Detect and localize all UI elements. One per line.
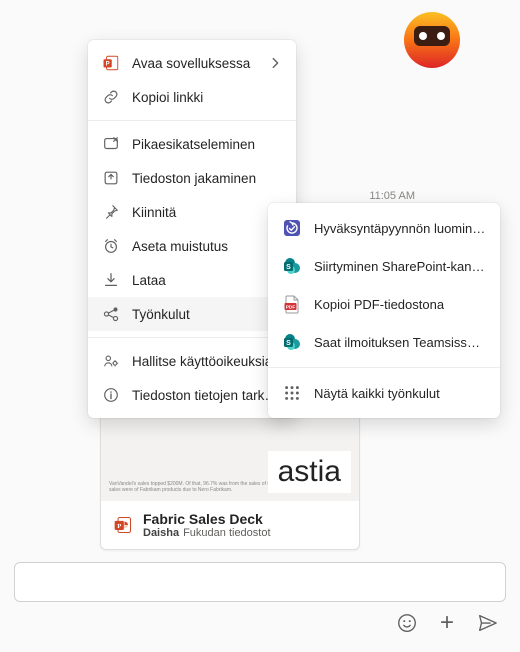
menu-workflows[interactable]: Työnkulut bbox=[88, 297, 296, 331]
submenu-label: Hyväksyntäpyynnön luominen bbox=[314, 221, 486, 236]
compose-region: + bbox=[14, 562, 506, 634]
chat-area: 11:05 AM VanVandel's sales topped $200M.… bbox=[0, 0, 520, 652]
workflows-submenu: Hyväksyntäpyynnön luominen S Siirtyminen… bbox=[268, 203, 500, 418]
attachment-preview-cropped-word: astia bbox=[268, 451, 351, 493]
attachment-meta: Fabric Sales Deck Daisha Fukudan tiedosto… bbox=[143, 511, 271, 539]
approval-icon bbox=[282, 218, 302, 238]
submenu-show-all-workflows[interactable]: Näytä kaikki työnkulut bbox=[268, 374, 500, 412]
powerpoint-icon: P bbox=[113, 514, 133, 536]
reminder-icon bbox=[102, 237, 120, 255]
svg-text:S: S bbox=[286, 340, 291, 347]
preview-icon bbox=[102, 135, 120, 153]
context-menu: P Avaa sovelluksessa Kopioi linkki Pikae… bbox=[88, 40, 296, 418]
workflow-icon bbox=[102, 305, 120, 323]
submenu-copy-as-pdf[interactable]: PDF Kopioi PDF-tiedostona bbox=[268, 285, 500, 323]
menu-label: Pikaesikatseleminen bbox=[132, 137, 255, 152]
menu-copy-link[interactable]: Kopioi linkki bbox=[88, 80, 296, 114]
menu-label: Tiedoston tietojen tarkasteleminen bbox=[132, 388, 282, 403]
svg-text:P: P bbox=[117, 523, 121, 530]
link-icon bbox=[102, 88, 120, 106]
attachment-source: Fukudan tiedostot bbox=[183, 527, 270, 539]
info-icon bbox=[102, 386, 120, 404]
chevron-right-icon bbox=[268, 56, 282, 70]
emoji-icon[interactable] bbox=[396, 612, 418, 634]
attachment-title: Fabric Sales Deck bbox=[143, 511, 271, 527]
menu-label: Tiedoston jakaminen bbox=[132, 171, 256, 186]
svg-text:P: P bbox=[106, 62, 110, 68]
menu-manage-permissions[interactable]: Hallitse käyttöoikeuksia bbox=[88, 344, 296, 378]
svg-text:PDF: PDF bbox=[286, 304, 296, 310]
plus-icon[interactable]: + bbox=[436, 612, 458, 634]
menu-view-file-info[interactable]: Tiedoston tietojen tarkasteleminen bbox=[88, 378, 296, 412]
submenu-teams-notification[interactable]: S Saat ilmoituksen Teamsissa… bbox=[268, 323, 500, 361]
menu-label: Kopioi linkki bbox=[132, 90, 203, 105]
download-icon bbox=[102, 271, 120, 289]
svg-text:S: S bbox=[286, 264, 291, 271]
message-timestamp: 11:05 AM bbox=[369, 190, 415, 202]
pin-icon bbox=[102, 203, 120, 221]
menu-label: Kiinnitä bbox=[132, 205, 176, 220]
submenu-create-approval[interactable]: Hyväksyntäpyynnön luominen bbox=[268, 209, 500, 247]
sharepoint-icon: S bbox=[282, 332, 302, 352]
apps-grid-icon bbox=[282, 383, 302, 403]
menu-pin[interactable]: Kiinnitä bbox=[88, 195, 296, 229]
menu-divider bbox=[88, 120, 296, 121]
menu-label: Aseta muistutus bbox=[132, 239, 228, 254]
permissions-icon bbox=[102, 352, 120, 370]
attachment-owner: Daisha bbox=[143, 527, 179, 539]
avatar bbox=[404, 12, 460, 68]
compose-input[interactable] bbox=[14, 562, 506, 602]
submenu-label: Siirtyminen SharePoint-kansioon bbox=[314, 259, 486, 274]
submenu-goto-sharepoint[interactable]: S Siirtyminen SharePoint-kansioon bbox=[268, 247, 500, 285]
menu-label: Hallitse käyttöoikeuksia bbox=[132, 354, 272, 369]
powerpoint-icon: P bbox=[102, 54, 120, 72]
pdf-icon: PDF bbox=[282, 294, 302, 314]
send-icon[interactable] bbox=[476, 612, 498, 634]
menu-set-reminder[interactable]: Aseta muistutus bbox=[88, 229, 296, 263]
submenu-label: Näytä kaikki työnkulut bbox=[314, 386, 440, 401]
share-icon bbox=[102, 169, 120, 187]
menu-divider bbox=[268, 367, 500, 368]
menu-share-file[interactable]: Tiedoston jakaminen bbox=[88, 161, 296, 195]
submenu-label: Kopioi PDF-tiedostona bbox=[314, 297, 444, 312]
menu-divider bbox=[88, 337, 296, 338]
menu-open-in-app[interactable]: P Avaa sovelluksessa bbox=[88, 46, 296, 80]
avatar-emoji-face bbox=[414, 26, 450, 46]
menu-label: Avaa sovelluksessa bbox=[132, 56, 250, 71]
submenu-label: Saat ilmoituksen Teamsissa… bbox=[314, 335, 486, 350]
menu-download[interactable]: Lataa bbox=[88, 263, 296, 297]
menu-quick-preview[interactable]: Pikaesikatseleminen bbox=[88, 127, 296, 161]
menu-label: Lataa bbox=[132, 273, 166, 288]
compose-actions: + bbox=[14, 612, 506, 634]
attachment-footer: P Fabric Sales Deck Daisha Fukudan tiedos… bbox=[101, 501, 359, 549]
menu-label: Työnkulut bbox=[132, 307, 190, 322]
attachment-card[interactable]: VanVandel's sales topped $200M. Of that,… bbox=[100, 400, 360, 550]
sharepoint-icon: S bbox=[282, 256, 302, 276]
attachment-subtitle: Daisha Fukudan tiedostot bbox=[143, 527, 271, 539]
